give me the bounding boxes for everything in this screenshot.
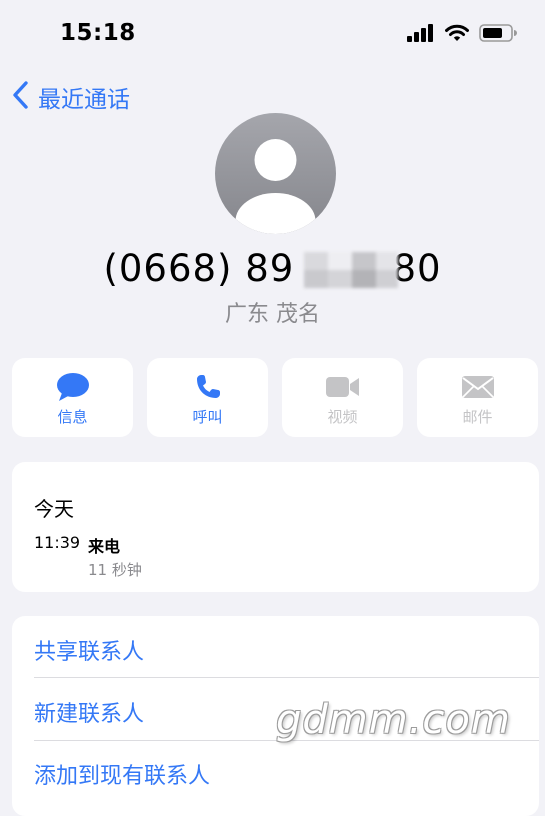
contact-avatar-icon	[215, 113, 336, 234]
wifi-icon	[445, 24, 469, 46]
phone-icon	[147, 372, 268, 402]
video-icon	[282, 372, 403, 402]
message-button[interactable]: 信息	[12, 358, 133, 437]
status-time: 15:18	[60, 20, 136, 46]
divider	[34, 677, 539, 678]
status-bar: 15:18	[0, 0, 545, 70]
mail-icon	[417, 372, 538, 402]
signal-icon	[407, 24, 435, 46]
call-duration: 11 秒钟	[88, 561, 142, 579]
status-icons	[407, 24, 517, 46]
message-label: 信息	[57, 408, 88, 426]
history-date: 今天	[34, 497, 74, 521]
call-type: 来电	[88, 537, 121, 556]
call-button[interactable]: 呼叫	[147, 358, 268, 437]
call-label: 呼叫	[192, 408, 223, 426]
watermark: gdmm.com	[276, 697, 511, 743]
back-button[interactable]: 最近通话	[12, 80, 130, 114]
mail-button[interactable]: 邮件	[417, 358, 538, 437]
new-contact-option[interactable]: 新建联系人	[34, 696, 144, 728]
call-history-card: 今天 11:39 来电 11 秒钟	[12, 462, 539, 592]
call-time: 11:39	[34, 533, 81, 552]
redaction-mosaic	[304, 252, 398, 288]
video-button[interactable]: 视频	[282, 358, 403, 437]
location-label: 广东 茂名	[225, 302, 320, 327]
phone-number: (0668) 89 80	[103, 247, 442, 290]
add-to-existing-contact-option[interactable]: 添加到现有联系人	[34, 758, 210, 790]
back-label: 最近通话	[38, 87, 130, 113]
share-contact-option[interactable]: 共享联系人	[34, 634, 144, 666]
chevron-left-icon	[12, 80, 30, 114]
battery-icon	[479, 23, 517, 47]
message-icon	[12, 372, 133, 402]
video-label: 视频	[327, 408, 358, 426]
mail-label: 邮件	[462, 408, 493, 426]
